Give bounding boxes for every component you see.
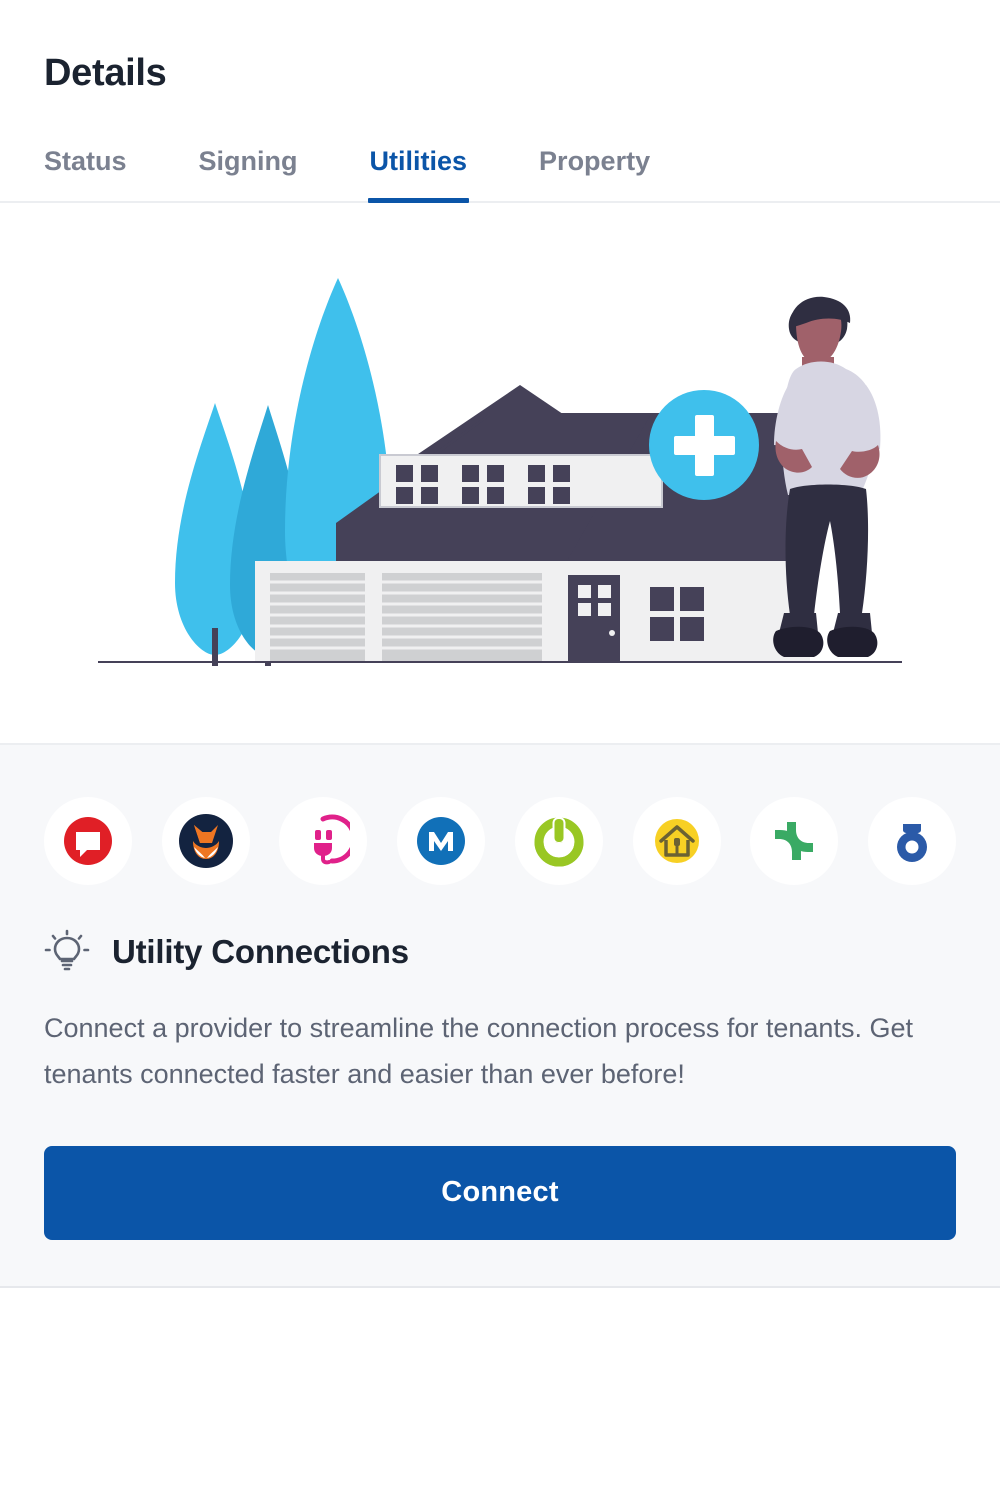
tab-status[interactable]: Status [44,146,127,201]
utilities-illustration [0,203,1000,745]
provider-plug-smiley[interactable] [279,797,368,885]
connect-button[interactable]: Connect [44,1145,956,1240]
add-badge [649,390,759,500]
letter-m-icon [417,817,466,865]
lightbulb-icon [44,929,90,971]
speech-bubble-icon [64,817,112,865]
section-title: Utility Connections [112,933,409,970]
provider-fox[interactable] [161,797,250,885]
tab-signing[interactable]: Signing [199,146,298,201]
provider-ring-bar[interactable] [867,797,956,885]
section-description: Connect a provider to streamline the con… [44,1013,913,1090]
section-heading: Utility Connections [44,929,956,975]
home-plug-icon [654,819,699,863]
provider-m-badge[interactable] [397,797,486,885]
house-with-person-add-illustration [98,278,902,666]
ring-bar-icon [896,824,927,862]
page-title: Details [44,52,167,94]
tab-bar: Status Signing Utilities Property [0,95,1000,203]
plug-smiley-icon [314,814,351,865]
provider-home-plug[interactable] [632,797,721,885]
person-figure [773,296,881,657]
fox-face-icon [178,814,233,868]
provider-green-elbows[interactable] [750,797,839,885]
double-elbow-icon [775,822,814,860]
utilities-tab-screen: Details Status Signing Utilities Propert… [0,0,1000,1500]
tab-property[interactable]: Property [539,146,650,201]
power-button-icon [534,817,584,867]
utility-connections-panel: Utility Connections Connect a provider t… [0,745,1000,1288]
provider-logo-row [44,797,956,885]
tab-utilities[interactable]: Utilities [367,146,469,203]
provider-speech-bubble[interactable] [44,797,132,885]
provider-power[interactable] [514,797,603,885]
